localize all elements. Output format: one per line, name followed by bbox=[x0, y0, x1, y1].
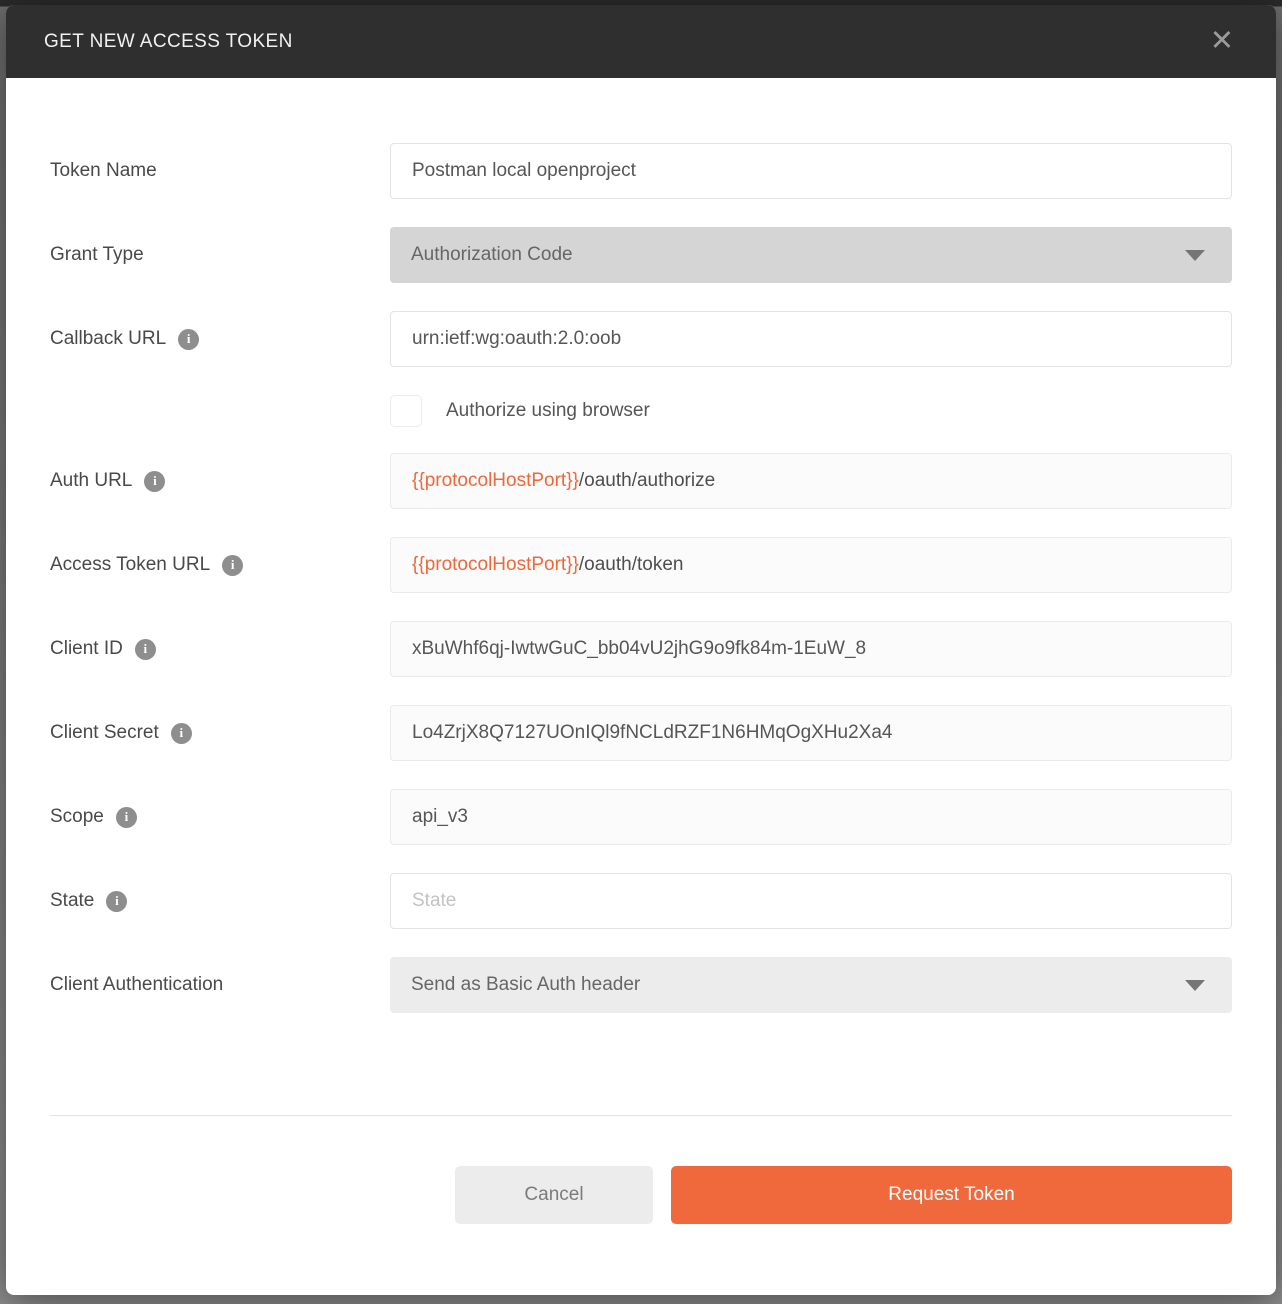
client-id-row: Client ID i xBuWhf6qj-IwtwGuC_bb04vU2jhG… bbox=[50, 621, 1232, 677]
grant-type-selected-value: Authorization Code bbox=[411, 244, 573, 266]
request-token-button[interactable]: Request Token bbox=[671, 1166, 1232, 1224]
callback-url-label: Callback URL bbox=[50, 328, 166, 350]
state-info-icon[interactable]: i bbox=[106, 891, 127, 912]
client-id-label: Client ID bbox=[50, 638, 123, 660]
close-icon[interactable]: ✕ bbox=[1206, 25, 1238, 58]
client-authentication-selected-value: Send as Basic Auth header bbox=[411, 974, 640, 996]
authorize-browser-row: Authorize using browser bbox=[390, 395, 1232, 427]
client-secret-row: Client Secret i Lo4ZrjX8Q7127UOnIQl9fNCL… bbox=[50, 705, 1232, 761]
dialog-body: Token Name Postman local openproject Gra… bbox=[6, 78, 1276, 1267]
client-secret-input[interactable]: Lo4ZrjX8Q7127UOnIQl9fNCLdRZF1N6HMqOgXHu2… bbox=[390, 705, 1232, 761]
state-input[interactable] bbox=[390, 873, 1232, 929]
access-token-url-path: /oauth/token bbox=[579, 554, 684, 576]
state-row: State i bbox=[50, 873, 1232, 929]
access-token-url-row: Access Token URL i {{protocolHostPort}}/… bbox=[50, 537, 1232, 593]
client-authentication-label: Client Authentication bbox=[50, 974, 223, 996]
callback-url-info-icon[interactable]: i bbox=[178, 329, 199, 350]
access-token-url-label: Access Token URL bbox=[50, 554, 210, 576]
client-authentication-row: Client Authentication Send as Basic Auth… bbox=[50, 957, 1232, 1013]
get-new-access-token-dialog: GET NEW ACCESS TOKEN ✕ Token Name Postma… bbox=[6, 5, 1276, 1295]
callback-url-input[interactable]: urn:ietf:wg:oauth:2.0:oob bbox=[390, 311, 1232, 367]
grant-type-label-col: Grant Type bbox=[50, 244, 390, 266]
auth-url-path: /oauth/authorize bbox=[579, 470, 715, 492]
callback-url-label-col: Callback URL i bbox=[50, 328, 390, 350]
dialog-header: GET NEW ACCESS TOKEN ✕ bbox=[6, 5, 1276, 78]
dialog-title: GET NEW ACCESS TOKEN bbox=[44, 31, 293, 53]
chevron-down-icon bbox=[1185, 250, 1205, 261]
client-authentication-select[interactable]: Send as Basic Auth header bbox=[390, 957, 1232, 1013]
scope-info-icon[interactable]: i bbox=[116, 807, 137, 828]
token-name-row: Token Name Postman local openproject bbox=[50, 143, 1232, 199]
state-label: State bbox=[50, 890, 94, 912]
client-authentication-label-col: Client Authentication bbox=[50, 974, 390, 996]
token-name-input[interactable]: Postman local openproject bbox=[390, 143, 1232, 199]
client-secret-info-icon[interactable]: i bbox=[171, 723, 192, 744]
client-id-info-icon[interactable]: i bbox=[135, 639, 156, 660]
auth-url-variable: {{protocolHostPort}} bbox=[412, 470, 579, 492]
auth-url-info-icon[interactable]: i bbox=[144, 471, 165, 492]
footer-divider bbox=[50, 1115, 1232, 1116]
scope-input[interactable]: api_v3 bbox=[390, 789, 1232, 845]
scope-row: Scope i api_v3 bbox=[50, 789, 1232, 845]
state-label-col: State i bbox=[50, 890, 390, 912]
access-token-url-variable: {{protocolHostPort}} bbox=[412, 554, 579, 576]
access-token-url-info-icon[interactable]: i bbox=[222, 555, 243, 576]
token-name-label: Token Name bbox=[50, 160, 157, 182]
authorize-browser-checkbox[interactable] bbox=[390, 395, 422, 427]
grant-type-row: Grant Type Authorization Code bbox=[50, 227, 1232, 283]
auth-url-input[interactable]: {{protocolHostPort}}/oauth/authorize bbox=[390, 453, 1232, 509]
scope-label: Scope bbox=[50, 806, 104, 828]
client-secret-label-col: Client Secret i bbox=[50, 722, 390, 744]
grant-type-label: Grant Type bbox=[50, 244, 144, 266]
client-id-label-col: Client ID i bbox=[50, 638, 390, 660]
grant-type-select[interactable]: Authorization Code bbox=[390, 227, 1232, 283]
access-token-url-label-col: Access Token URL i bbox=[50, 554, 390, 576]
authorize-browser-label[interactable]: Authorize using browser bbox=[446, 400, 650, 422]
client-id-input[interactable]: xBuWhf6qj-IwtwGuC_bb04vU2jhG9o9fk84m-1Eu… bbox=[390, 621, 1232, 677]
scope-label-col: Scope i bbox=[50, 806, 390, 828]
chevron-down-icon bbox=[1185, 980, 1205, 991]
auth-url-label: Auth URL bbox=[50, 470, 132, 492]
auth-url-label-col: Auth URL i bbox=[50, 470, 390, 492]
dialog-footer: Cancel Request Token bbox=[50, 1166, 1232, 1224]
client-secret-label: Client Secret bbox=[50, 722, 159, 744]
token-name-label-col: Token Name bbox=[50, 160, 390, 182]
access-token-url-input[interactable]: {{protocolHostPort}}/oauth/token bbox=[390, 537, 1232, 593]
callback-url-row: Callback URL i urn:ietf:wg:oauth:2.0:oob bbox=[50, 311, 1232, 367]
cancel-button[interactable]: Cancel bbox=[455, 1166, 653, 1224]
auth-url-row: Auth URL i {{protocolHostPort}}/oauth/au… bbox=[50, 453, 1232, 509]
